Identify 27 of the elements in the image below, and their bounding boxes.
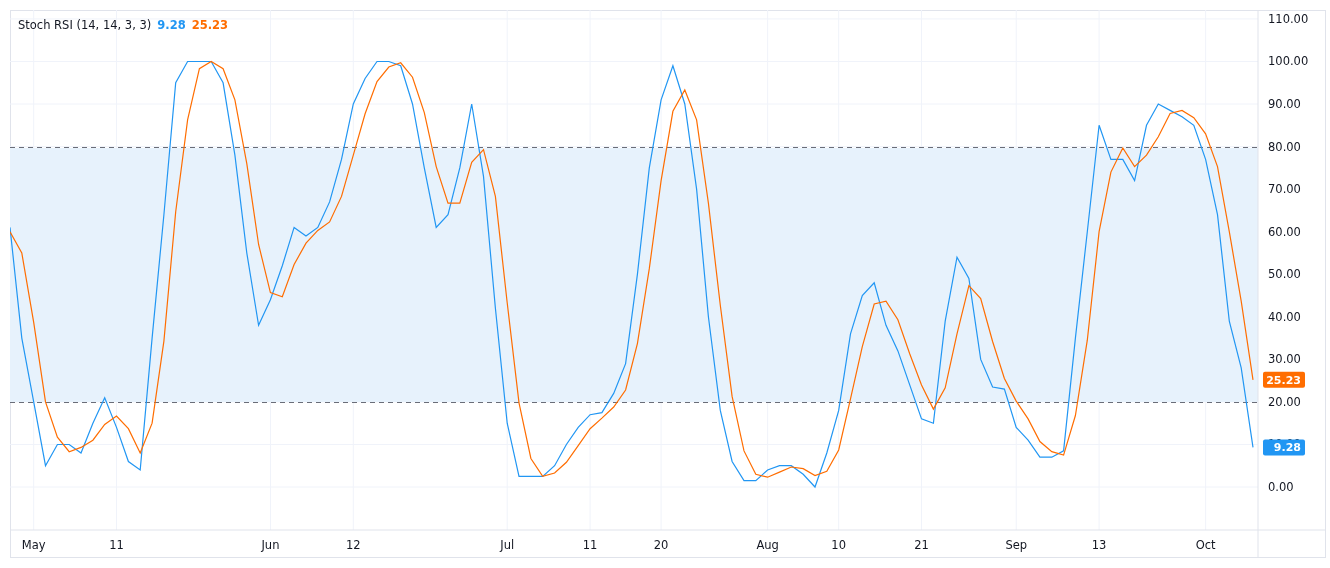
y-axis-label: 70.00 — [1268, 182, 1301, 197]
x-axis-label: Jun — [261, 538, 280, 552]
y-axis-label: 40.00 — [1268, 309, 1301, 324]
x-axis-label: 21 — [914, 538, 929, 552]
y-axis-label: 0.00 — [1268, 480, 1294, 494]
x-axis-label: Oct — [1195, 538, 1216, 552]
y-axis-label: 100.00 — [1268, 54, 1309, 69]
x-axis-label: Sep — [1005, 538, 1028, 552]
y-axis-label: 20.00 — [1268, 394, 1301, 409]
indicator-value: 25.23 — [191, 18, 229, 32]
x-axis-label: 13 — [1091, 538, 1107, 552]
y-axis-label: 90.00 — [1268, 97, 1301, 112]
indicator-title: Stoch RSI (14, 14, 3, 3) — [18, 18, 152, 32]
x-axis-label: Aug — [756, 538, 779, 552]
x-axis-label: 10 — [831, 538, 846, 552]
indicator-value: 9.28 — [157, 18, 186, 32]
y-axis-label: 110.00 — [1268, 11, 1309, 26]
x-axis-label: May — [21, 538, 46, 552]
x-axis-label: 11 — [109, 538, 124, 552]
x-axis-label: 20 — [653, 538, 669, 552]
y-axis-label: 30.00 — [1268, 352, 1301, 367]
x-axis-label: Jul — [500, 538, 515, 552]
x-axis-label: 12 — [346, 538, 361, 552]
x-axis-label: 11 — [582, 538, 598, 552]
y-axis-label: 60.00 — [1268, 224, 1301, 239]
y-axis-label: 80.00 — [1268, 139, 1301, 154]
y-axis-label: 50.00 — [1268, 267, 1301, 282]
